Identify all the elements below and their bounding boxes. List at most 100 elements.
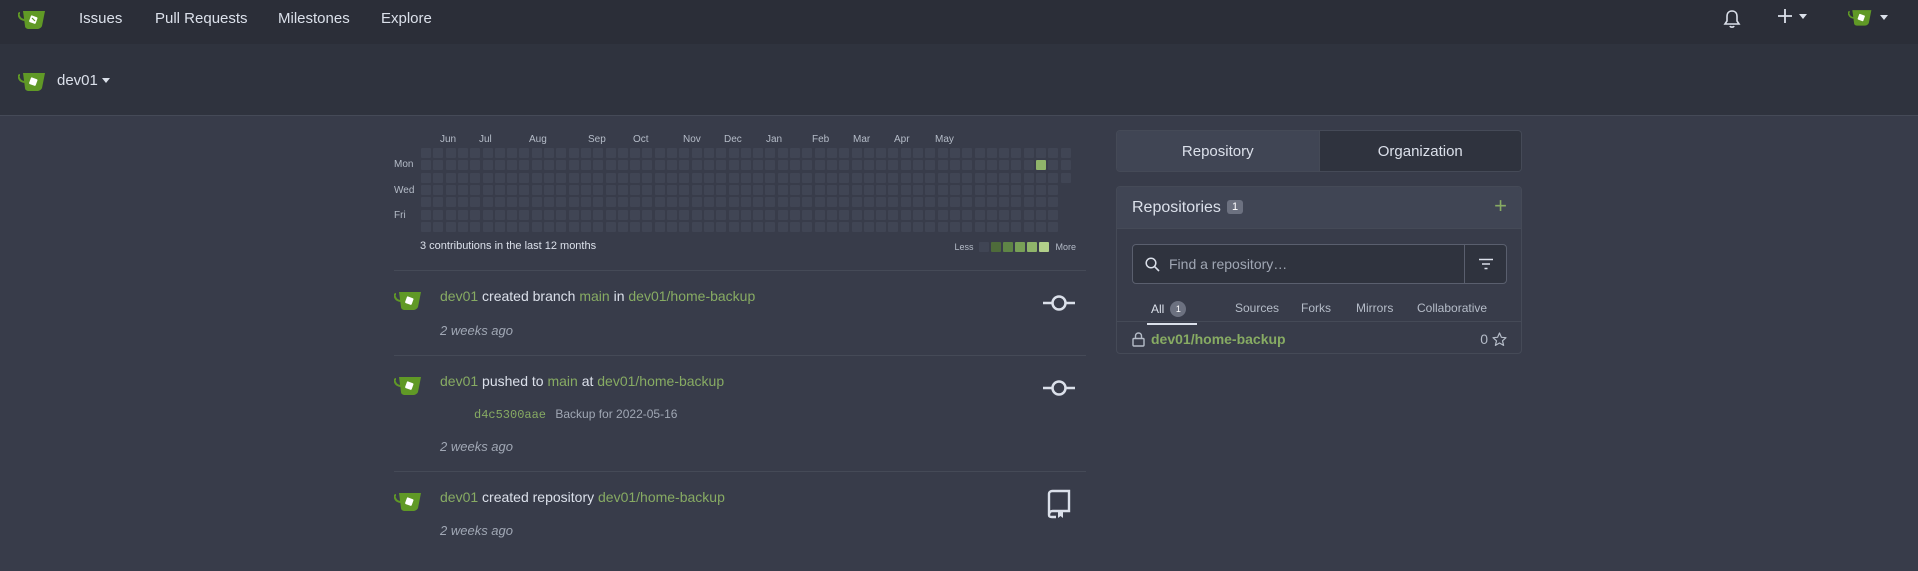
heatmap-month-label: Dec <box>724 134 742 145</box>
heatmap-cell <box>642 209 653 220</box>
user-link[interactable]: dev01 <box>440 489 478 505</box>
heatmap-cell <box>716 221 727 232</box>
heatmap-cell <box>654 209 665 220</box>
nav-pull-requests[interactable]: Pull Requests <box>155 10 248 27</box>
heatmap-cell <box>1048 221 1059 232</box>
filter-button[interactable] <box>1464 245 1506 283</box>
heatmap-cell <box>863 172 874 183</box>
heatmap-month-label: Jun <box>440 134 457 145</box>
create-menu[interactable] <box>1777 8 1807 24</box>
heatmap-cell <box>814 221 825 232</box>
tab-repository[interactable]: Repository <box>1117 131 1319 171</box>
user-link[interactable]: dev01 <box>440 373 478 389</box>
legend-less-label: Less <box>954 242 974 252</box>
heatmap-cell <box>703 184 714 195</box>
heatmap-cell <box>925 160 936 171</box>
heatmap-cell <box>826 221 837 232</box>
heatmap-cell <box>556 184 567 195</box>
subtab-mirrors[interactable]: Mirrors <box>1356 301 1393 315</box>
heatmap-cell <box>1023 148 1034 158</box>
heatmap-cell <box>962 209 973 220</box>
heatmap-cell <box>790 221 800 232</box>
heatmap-cell <box>777 209 788 220</box>
heatmap-cell <box>519 148 530 158</box>
subtab-forks[interactable]: Forks <box>1301 301 1331 315</box>
count-badge: 1 <box>1170 301 1187 317</box>
repo-link[interactable]: dev01/home-backup <box>628 288 755 304</box>
heatmap-cell <box>740 197 751 208</box>
dashboard-tabs: Repository Organization <box>1116 130 1522 172</box>
legend-swatch <box>1027 242 1038 252</box>
avatar[interactable] <box>393 289 424 314</box>
heatmap-cell <box>568 209 579 220</box>
heatmap-cell <box>470 160 481 171</box>
feed-item: dev01 created branch main in dev01/home-… <box>393 270 1086 356</box>
branch-link[interactable]: main <box>547 373 577 389</box>
heatmap-cell <box>863 209 874 220</box>
add-repository-button[interactable]: + <box>1494 195 1507 217</box>
heatmap-cell <box>617 209 628 220</box>
heatmap-cell <box>667 221 677 232</box>
heatmap-cell <box>667 172 677 183</box>
nav-issues[interactable]: Issues <box>79 10 122 27</box>
branch-link[interactable]: main <box>579 288 609 304</box>
nav-explore[interactable]: Explore <box>381 10 432 27</box>
heatmap-cell <box>654 160 665 171</box>
avatar[interactable] <box>393 490 424 515</box>
legend-swatches <box>979 242 1050 252</box>
heatmap-cell <box>531 172 542 183</box>
heatmap-cell <box>777 221 788 232</box>
repository-link[interactable]: dev01/home-backup <box>1151 331 1286 347</box>
commit-sha-link[interactable]: d4c5300aae <box>474 408 546 422</box>
heatmap-cell <box>1048 148 1059 158</box>
heatmap-cell <box>421 148 431 158</box>
repo-link[interactable]: dev01/home-backup <box>598 489 725 505</box>
heatmap-cell <box>802 209 813 220</box>
commit-row: d4c5300aae Backup for 2022-05-16 <box>474 407 677 422</box>
search-input[interactable] <box>1169 245 1469 283</box>
repository-filter-tabs: All 1 Sources Forks Mirrors Collaborative <box>1132 293 1507 325</box>
heatmap-cell <box>814 197 825 208</box>
subtab-sources[interactable]: Sources <box>1235 301 1279 315</box>
tab-organization[interactable]: Organization <box>1318 131 1521 171</box>
commit-icon <box>1042 293 1076 316</box>
heatmap-cell <box>457 172 468 183</box>
subtab-collaborative[interactable]: Collaborative <box>1417 301 1487 315</box>
user-link[interactable]: dev01 <box>440 288 478 304</box>
heatmap-cell <box>679 221 690 232</box>
heatmap-cell <box>691 160 702 171</box>
gitea-logo-icon[interactable] <box>17 8 48 33</box>
nav-milestones[interactable]: Milestones <box>278 10 350 27</box>
heatmap-cell <box>457 184 468 195</box>
avatar[interactable] <box>393 374 424 399</box>
heatmap-cell <box>913 184 923 195</box>
heatmap-cell <box>445 197 456 208</box>
heatmap-cell <box>494 184 505 195</box>
heatmap-cell <box>839 172 850 183</box>
heatmap-cell <box>839 209 850 220</box>
heatmap-cell <box>617 221 628 232</box>
heatmap-cell <box>925 148 936 158</box>
heatmap-cell <box>888 197 899 208</box>
bell-icon[interactable] <box>1723 9 1741 32</box>
context-switcher[interactable]: dev01 <box>57 72 110 89</box>
repo-link[interactable]: dev01/home-backup <box>597 373 724 389</box>
heatmap-cell <box>482 209 493 220</box>
heatmap-cell <box>962 160 973 171</box>
heatmap-cell <box>1036 221 1046 232</box>
heatmap-cell <box>728 209 739 220</box>
heatmap-cell <box>642 197 653 208</box>
heatmap-cell <box>580 184 591 195</box>
heatmap-cell <box>482 172 493 183</box>
user-menu[interactable] <box>1848 7 1888 27</box>
heatmap-cell <box>630 221 641 232</box>
chevron-down-icon <box>1880 14 1888 20</box>
subtab-all[interactable]: All 1 <box>1151 301 1187 317</box>
repository-search <box>1132 244 1507 284</box>
heatmap-cell <box>974 148 985 158</box>
heatmap-cell <box>986 148 997 158</box>
heatmap-cell <box>986 160 997 171</box>
heatmap-cell <box>457 148 468 158</box>
heatmap-cell <box>1036 160 1046 171</box>
timestamp: 2 weeks ago <box>440 439 513 454</box>
